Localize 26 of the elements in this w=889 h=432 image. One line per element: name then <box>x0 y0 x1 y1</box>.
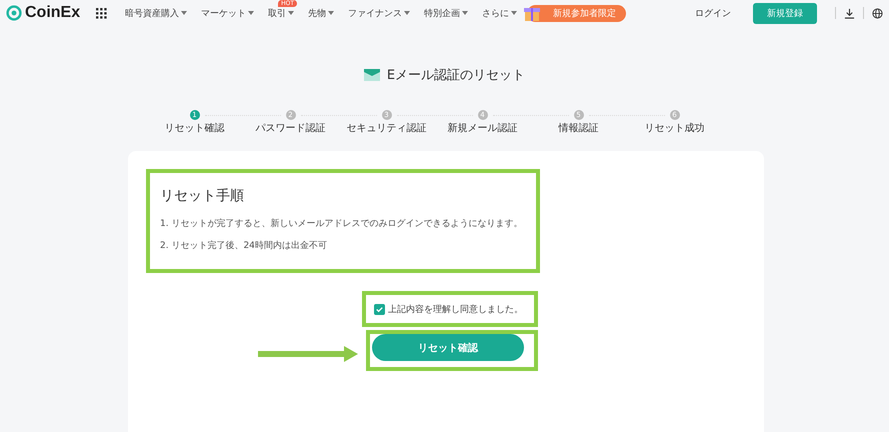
nav-menu-item[interactable]: 暗号資産購入 <box>125 6 188 20</box>
grid-menu-icon[interactable] <box>96 8 108 18</box>
notice-text: 1. リセットが完了すると、新しいメールアドレスでのみログインできるようになります。 <box>160 218 524 230</box>
step-label: リセット確認 <box>164 122 224 135</box>
step-label: リセット成功 <box>644 122 704 135</box>
nav-menu-item[interactable]: 先物 <box>308 6 334 20</box>
step-label: セキュリティ認証 <box>346 122 426 135</box>
nav-menu-item[interactable]: 特別企画 <box>424 6 468 20</box>
nav-menu-item[interactable]: 取引 <box>268 6 294 20</box>
nav-menu-item[interactable]: マーケット <box>201 6 254 20</box>
envelope-icon <box>364 69 380 81</box>
step-label: 新規メール認証 <box>448 122 518 135</box>
login-link[interactable]: ログイン <box>695 6 731 20</box>
notice-heading: リセット手順 <box>160 187 245 205</box>
nav-menu-item[interactable]: ファイナンス <box>348 6 410 20</box>
step-label: 情報認証 <box>558 122 598 135</box>
download-icon[interactable] <box>844 8 855 18</box>
agreement-label: 上記内容を理解し同意しました。 <box>388 304 523 316</box>
nav-menu-item[interactable]: さらに <box>482 6 518 20</box>
step-label: パスワード認証 <box>256 122 326 135</box>
page-title: Eメール認証のリセット <box>386 67 526 84</box>
globe-icon[interactable] <box>872 8 883 18</box>
checkbox[interactable] <box>374 304 385 314</box>
arrow-icon <box>258 346 358 362</box>
notice-text: 2. リセット完了後、24時間内は出金不可 <box>160 240 328 252</box>
logo-text[interactable]: CoinEx <box>25 4 80 22</box>
